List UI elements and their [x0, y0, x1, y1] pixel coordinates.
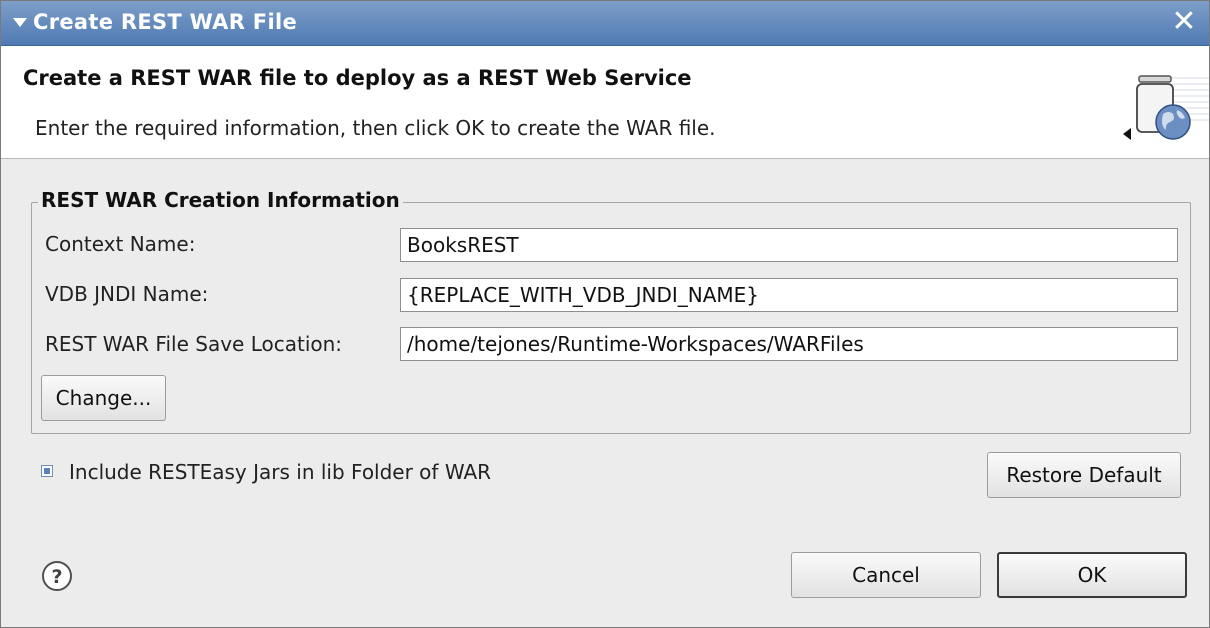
- include-jars-label[interactable]: Include RESTEasy Jars in lib Folder of W…: [69, 460, 491, 484]
- banner-heading: Create a REST WAR file to deploy as a RE…: [23, 66, 692, 90]
- vdb-jndi-name-label: VDB JNDI Name:: [45, 282, 209, 306]
- rest-war-info-group: REST WAR Creation Information Context Na…: [31, 188, 1191, 434]
- banner-description: Enter the required information, then cli…: [35, 116, 716, 140]
- cancel-button[interactable]: Cancel: [791, 552, 981, 598]
- context-name-label: Context Name:: [45, 232, 196, 256]
- title-bar: Create REST WAR File ✕: [1, 1, 1209, 46]
- header-banner: Create a REST WAR file to deploy as a RE…: [1, 46, 1209, 159]
- change-button[interactable]: Change...: [41, 375, 166, 421]
- save-location-field[interactable]: [400, 327, 1178, 361]
- svg-text:?: ?: [51, 566, 62, 588]
- war-file-globe-icon: [1123, 75, 1209, 140]
- window-title: Create REST WAR File: [33, 10, 297, 34]
- vdb-jndi-name-field[interactable]: [400, 278, 1178, 312]
- create-rest-war-dialog: Create REST WAR File ✕ Create a REST WAR…: [0, 0, 1210, 628]
- restore-default-button[interactable]: Restore Default: [987, 452, 1181, 498]
- save-location-label: REST WAR File Save Location:: [45, 332, 343, 356]
- context-name-field[interactable]: [400, 228, 1178, 262]
- close-icon[interactable]: ✕: [1167, 5, 1201, 39]
- window-menu-arrow-icon[interactable]: [13, 18, 27, 27]
- include-jars-checkbox[interactable]: [41, 465, 53, 477]
- checkbox-checked-mark: [44, 468, 50, 474]
- group-legend: REST WAR Creation Information: [38, 188, 403, 212]
- ok-button[interactable]: OK: [997, 552, 1187, 598]
- help-icon[interactable]: ?: [41, 560, 73, 592]
